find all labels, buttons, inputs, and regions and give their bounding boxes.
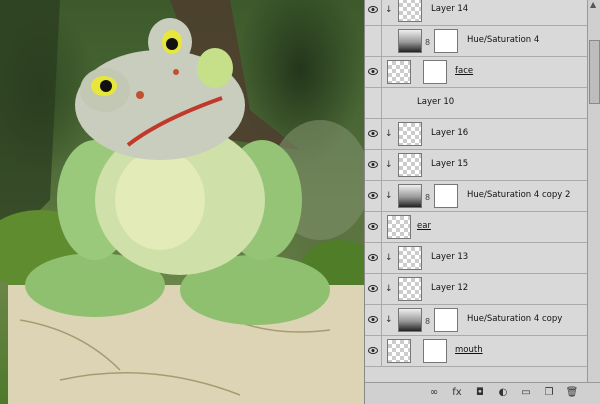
layer-thumbnail[interactable] — [387, 60, 411, 84]
link-icon[interactable]: 8 — [425, 193, 430, 202]
mask-icon[interactable]: ◘ — [473, 386, 487, 400]
visibility-toggle[interactable] — [365, 119, 382, 149]
layer-thumbnail[interactable] — [398, 122, 422, 146]
layers-panel: ↓ Layer 14 8 Hue/Saturation 4 face Layer 10 ↓ L… — [364, 0, 600, 404]
layer-thumbnail[interactable] — [398, 0, 422, 22]
layer-name[interactable]: mouth — [455, 345, 483, 355]
layer-row[interactable]: ↓ 8 Hue/Saturation 4 copy — [365, 305, 587, 336]
new-layer-icon[interactable]: ❐ — [542, 386, 556, 400]
visibility-toggle[interactable] — [365, 88, 382, 118]
layer-row[interactable]: ↓ Layer 15 — [365, 150, 587, 181]
mask-thumbnail[interactable] — [423, 60, 447, 84]
eye-icon — [368, 6, 378, 13]
layer-thumbnail[interactable] — [387, 339, 411, 363]
eye-icon — [368, 347, 378, 354]
eye-icon — [368, 68, 378, 75]
scrollbar-thumb[interactable] — [589, 40, 600, 104]
clipping-arrow-icon: ↓ — [385, 284, 393, 294]
mask-thumbnail[interactable] — [434, 308, 458, 332]
layer-row[interactable]: 8 Hue/Saturation 4 — [365, 26, 587, 57]
visibility-toggle[interactable] — [365, 243, 382, 273]
layer-row[interactable]: Layer 10 — [365, 88, 587, 119]
fx-icon[interactable]: fx — [450, 386, 464, 400]
clipping-arrow-icon: ↓ — [385, 315, 393, 325]
adjustment-thumbnail — [398, 184, 422, 208]
layer-name[interactable]: Layer 15 — [431, 159, 468, 169]
adjustment-thumbnail — [398, 29, 422, 53]
clipping-arrow-icon: ↓ — [385, 129, 393, 139]
layer-name[interactable]: Layer 16 — [431, 128, 468, 138]
visibility-toggle[interactable] — [365, 150, 382, 180]
visibility-toggle[interactable] — [365, 26, 382, 56]
layer-name[interactable]: ear — [417, 221, 431, 231]
scroll-up-icon[interactable]: ▲ — [590, 0, 596, 9]
layers-scrollbar[interactable]: ▲ — [587, 0, 600, 382]
mask-thumbnail[interactable] — [423, 339, 447, 363]
layer-row[interactable]: mouth — [365, 336, 587, 367]
mask-thumbnail[interactable] — [434, 29, 458, 53]
adjustment-thumbnail — [398, 308, 422, 332]
layer-row[interactable]: face — [365, 57, 587, 88]
clipping-arrow-icon: ↓ — [385, 160, 393, 170]
layer-name[interactable]: Layer 14 — [431, 4, 468, 14]
layer-row[interactable]: ear — [365, 212, 587, 243]
visibility-toggle[interactable] — [365, 212, 382, 242]
layer-thumbnail[interactable] — [387, 215, 411, 239]
layer-thumbnail[interactable] — [398, 277, 422, 301]
layer-name[interactable]: Hue/Saturation 4 — [467, 35, 539, 45]
canvas-image[interactable] — [0, 0, 364, 404]
link-icon[interactable]: ∞ — [427, 386, 441, 400]
layer-name[interactable]: Layer 12 — [431, 283, 468, 293]
layer-row[interactable]: ↓ Layer 16 — [365, 119, 587, 150]
eye-icon — [368, 285, 378, 292]
eye-icon — [368, 254, 378, 261]
layers-toolbar: ∞ fx ◘ ◐ ▭ ❐ 🗑 — [365, 382, 600, 404]
layers-list: ↓ Layer 14 8 Hue/Saturation 4 face Layer 10 ↓ L… — [365, 0, 587, 382]
visibility-toggle[interactable] — [365, 57, 382, 87]
layer-name[interactable]: Layer 10 — [417, 97, 454, 107]
layer-row[interactable]: ↓ Layer 12 — [365, 274, 587, 305]
layer-name[interactable]: Hue/Saturation 4 copy 2 — [467, 190, 570, 200]
eye-icon — [368, 223, 378, 230]
link-icon[interactable]: 8 — [425, 38, 430, 47]
visibility-toggle[interactable] — [365, 181, 382, 211]
layer-name[interactable]: Hue/Saturation 4 copy — [467, 314, 562, 324]
clipping-arrow-icon: ↓ — [385, 253, 393, 263]
layer-row[interactable]: ↓ Layer 14 — [365, 0, 587, 26]
layer-row[interactable]: ↓ Layer 13 — [365, 243, 587, 274]
adjustment-icon[interactable]: ◐ — [496, 386, 510, 400]
group-folder-icon[interactable]: ▭ — [519, 386, 533, 400]
mask-thumbnail[interactable] — [434, 184, 458, 208]
eye-icon — [368, 316, 378, 323]
layer-thumbnail[interactable] — [398, 246, 422, 270]
visibility-toggle[interactable] — [365, 274, 382, 304]
layer-name[interactable]: face — [455, 66, 473, 76]
visibility-toggle[interactable] — [365, 305, 382, 335]
visibility-toggle[interactable] — [365, 0, 382, 25]
layer-thumbnail[interactable] — [398, 153, 422, 177]
link-icon[interactable]: 8 — [425, 317, 430, 326]
trash-icon[interactable]: 🗑 — [565, 386, 579, 400]
eye-icon — [368, 161, 378, 168]
clipping-arrow-icon: ↓ — [385, 191, 393, 201]
layer-name[interactable]: Layer 13 — [431, 252, 468, 262]
layer-row[interactable]: ↓ 8 Hue/Saturation 4 copy 2 — [365, 181, 587, 212]
eye-icon — [368, 130, 378, 137]
visibility-toggle[interactable] — [365, 336, 382, 366]
eye-icon — [368, 192, 378, 199]
frog-figurine-photo — [0, 0, 364, 404]
clipping-arrow-icon: ↓ — [385, 5, 393, 15]
